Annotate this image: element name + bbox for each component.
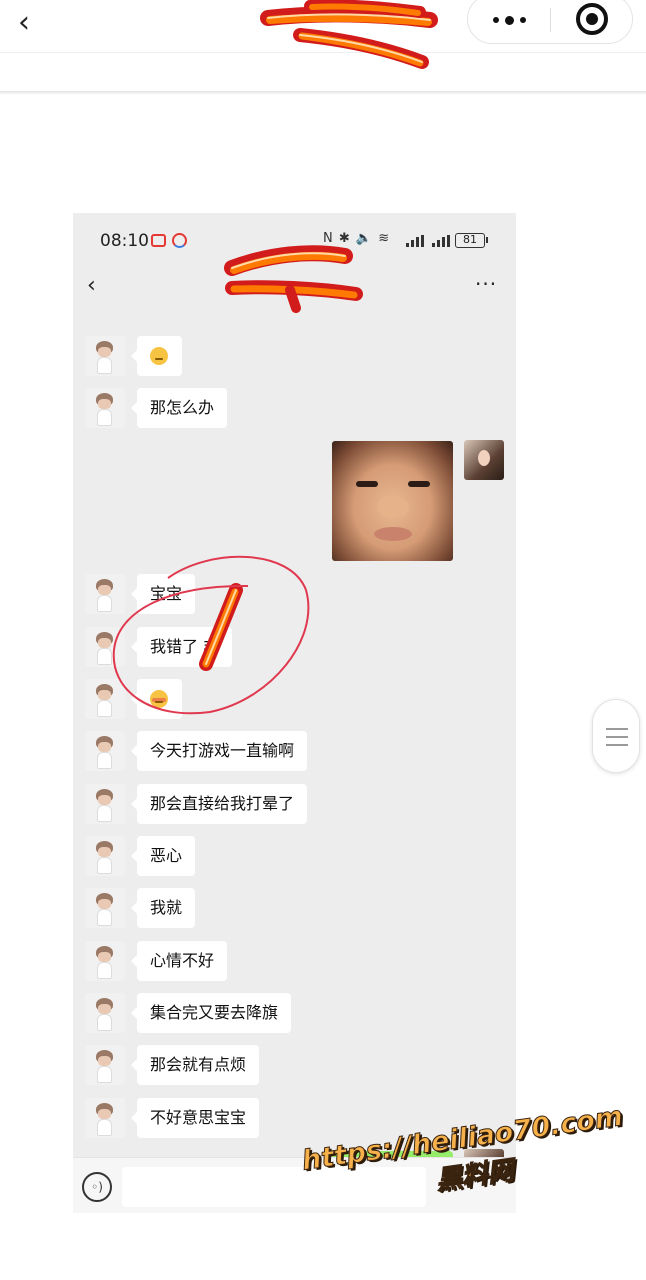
back-icon[interactable]: ‹: [18, 6, 48, 40]
avatar[interactable]: [85, 993, 125, 1033]
message-bubble[interactable]: 我就: [130, 888, 196, 928]
chat-input-bar: ◦): [73, 1157, 516, 1213]
avatar[interactable]: [85, 941, 125, 981]
avatar[interactable]: [85, 1098, 125, 1138]
avatar[interactable]: [85, 888, 125, 928]
outer-header: ‹: [0, 0, 646, 52]
app-notification-icon-2: [172, 233, 187, 248]
status-time: 08:10: [100, 231, 149, 251]
more-dots-icon[interactable]: [468, 0, 550, 45]
message-bubble[interactable]: 集合完又要去降旗: [130, 993, 292, 1033]
capsule-menu: [467, 0, 633, 44]
avatar[interactable]: [85, 388, 125, 428]
chat-navbar: ‹ ···: [73, 269, 516, 307]
more-icon[interactable]: ···: [475, 269, 497, 299]
battery-icon: 81: [455, 233, 488, 248]
message-bubble[interactable]: 心情不好: [130, 941, 228, 981]
photo-detail: [408, 481, 430, 487]
message-bubble[interactable]: 不好意思宝宝: [130, 1098, 260, 1138]
floating-menu-handle[interactable]: [592, 699, 640, 773]
status-bar: 08:10 N ✱ 🔈 ≋ 81: [73, 213, 516, 269]
avatar[interactable]: [85, 627, 125, 667]
message-bubble[interactable]: [131, 679, 182, 719]
avatar[interactable]: [85, 574, 125, 614]
message-bubble[interactable]: 那怎么办: [130, 388, 228, 428]
capsule-divider: [550, 8, 551, 32]
message-input[interactable]: [122, 1167, 426, 1207]
message-bubble[interactable]: 那会就有点烦: [130, 1045, 260, 1085]
photo-detail: [374, 527, 412, 541]
message-bubble[interactable]: [131, 336, 182, 376]
photo-detail: [356, 481, 378, 487]
message-bubble[interactable]: 今天打游戏一直输啊: [130, 731, 308, 771]
target-icon[interactable]: [576, 3, 608, 35]
message-bubble[interactable]: 宝宝: [130, 574, 196, 614]
photo-detail: [377, 496, 409, 518]
avatar[interactable]: [85, 336, 125, 376]
status-icons: N ✱ 🔈 ≋: [323, 231, 391, 246]
avatar[interactable]: [85, 679, 125, 719]
signal-icon-2: [432, 235, 450, 247]
app-notification-icon: [151, 234, 166, 247]
avatar[interactable]: [85, 1045, 125, 1085]
avatar[interactable]: [85, 731, 125, 771]
signal-icon: [406, 235, 424, 247]
blush-emoji-icon: [150, 690, 168, 708]
header-shadow: [0, 91, 646, 95]
voice-icon[interactable]: ◦): [82, 1172, 112, 1202]
message-bubble[interactable]: 那会直接给我打晕了: [130, 784, 308, 824]
photo-message[interactable]: [332, 441, 453, 561]
avatar[interactable]: [85, 784, 125, 824]
outer-subheader: [0, 52, 646, 92]
chat-screenshot: 08:10 N ✱ 🔈 ≋ 81 ‹ ··· 那怎么办 宝宝 我错了 非 今天打…: [73, 213, 516, 1213]
frown-emoji-icon: [150, 347, 168, 365]
message-bubble[interactable]: 恶心: [130, 836, 196, 876]
back-icon[interactable]: ‹: [87, 269, 96, 303]
avatar[interactable]: [85, 836, 125, 876]
my-avatar[interactable]: [464, 440, 504, 480]
message-bubble[interactable]: 我错了 非: [130, 627, 233, 667]
